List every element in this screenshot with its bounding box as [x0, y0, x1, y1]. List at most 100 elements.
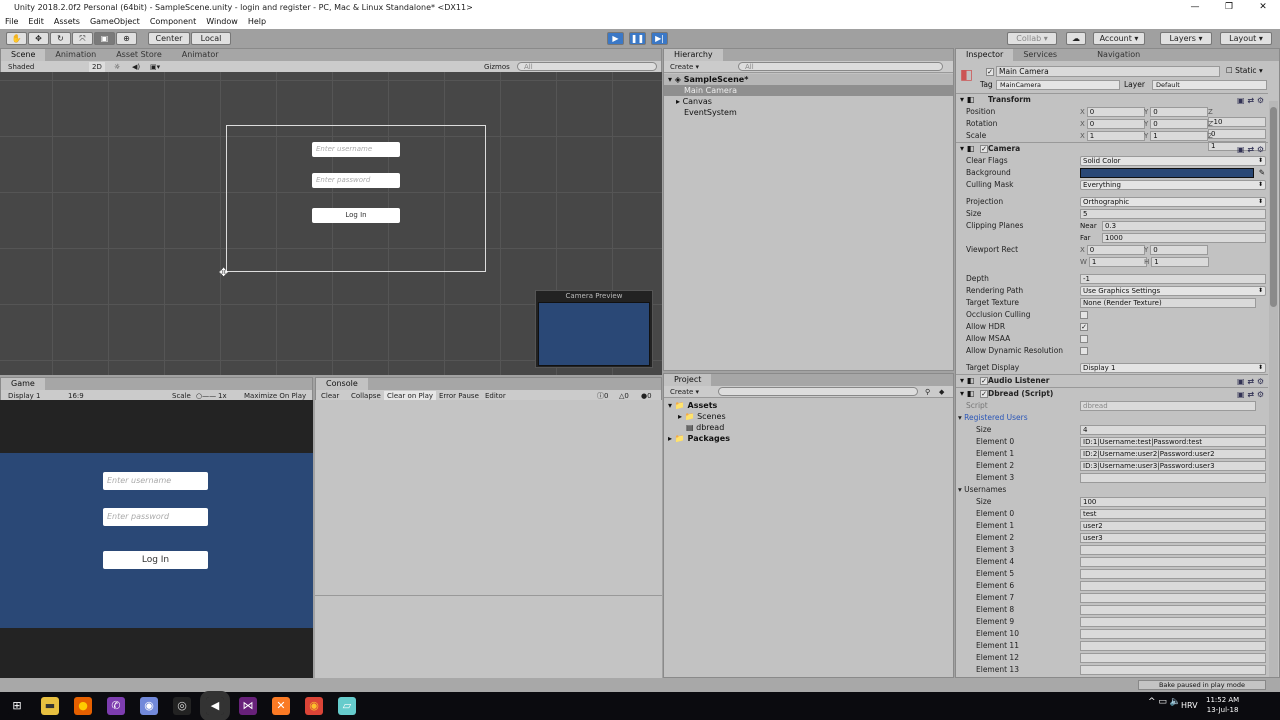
component-header-audio-listener[interactable]: Audio Listener ▾ ◧ ✓ ▣ ⇄ ⚙ [956, 374, 1268, 387]
property-usernames[interactable]: ▾ Usernames [956, 484, 1268, 496]
tab-scene[interactable]: Scene [1, 49, 46, 61]
field-element-2[interactable]: user3 [1080, 533, 1266, 543]
project-item-assets[interactable]: ▾ 📁 Assets [664, 400, 953, 411]
layers-dropdown[interactable]: Layers ▾ [1160, 32, 1212, 45]
cloud-icon[interactable]: ☁ [1066, 32, 1086, 45]
field-element-1[interactable]: user2 [1080, 521, 1266, 531]
menu-gameobject[interactable]: GameObject [90, 15, 140, 29]
field-script[interactable]: dbread [1080, 401, 1256, 411]
tab-game[interactable]: Game [1, 378, 45, 390]
field-element-6[interactable] [1080, 581, 1266, 591]
field-element-10[interactable] [1080, 629, 1266, 639]
gizmos-dropdown[interactable]: Gizmos [481, 62, 513, 72]
audio-icon[interactable]: ◀) [129, 62, 143, 72]
field-element-9[interactable] [1080, 617, 1266, 627]
eyedropper-icon[interactable]: ✎ [1259, 167, 1265, 179]
project-item-dbread[interactable]: ▤ dbread [664, 422, 953, 433]
field-element-3[interactable] [1080, 545, 1266, 555]
component-enabled-checkbox[interactable]: ✓ [980, 377, 988, 385]
vector-input[interactable]: 0 [1150, 119, 1209, 129]
checkbox-occlusion-culling[interactable] [1080, 311, 1088, 319]
rotate-tool-icon[interactable]: ↻ [50, 32, 71, 45]
notepad-icon[interactable]: ▱ [338, 697, 356, 715]
field-element-7[interactable] [1080, 593, 1266, 603]
field-size[interactable]: 100 [1080, 497, 1266, 507]
dropdown-target-display[interactable]: Display 1 [1080, 363, 1266, 373]
static-checkbox[interactable]: ☐ Static ▾ [1226, 66, 1263, 75]
field-element-11[interactable] [1080, 641, 1266, 651]
vector-input[interactable]: 0 [1086, 119, 1145, 129]
filter-label-icon[interactable]: ◆ [936, 387, 947, 397]
hand-tool-icon[interactable]: ✋ [6, 32, 27, 45]
field-element-2[interactable]: ID:3|Username:user3|Password:user3 [1080, 461, 1266, 471]
rect-tool-icon[interactable]: ▣ [94, 32, 115, 45]
filter-type-icon[interactable]: ⚲ [922, 387, 933, 397]
vector-input[interactable]: 0 [1086, 107, 1145, 117]
game-login-button[interactable]: Log In [103, 551, 208, 569]
game-viewport[interactable]: Enter username Enter password Log In [0, 400, 313, 678]
tab-services[interactable]: Services [1013, 49, 1067, 61]
game-username-input[interactable]: Enter username [103, 472, 208, 490]
vector-input[interactable]: 1 [1086, 131, 1145, 141]
dropdown-projection[interactable]: Orthographic [1080, 197, 1266, 207]
step-button[interactable]: ▶| [651, 32, 668, 45]
discord-icon[interactable]: ◉ [140, 697, 158, 715]
minimize-button[interactable]: — [1178, 0, 1212, 15]
menu-help[interactable]: Help [248, 15, 266, 29]
property-registered-users[interactable]: ▾ Registered Users [956, 412, 1268, 424]
console-divider[interactable] [315, 595, 662, 596]
component-header-camera[interactable]: Camera ▾ ◧ ✓ ▣ ⇄ ⚙ [956, 142, 1268, 155]
tab-project[interactable]: Project [664, 374, 712, 386]
move-tool-icon[interactable]: ✥ [28, 32, 49, 45]
vector-input[interactable]: 1 [1088, 257, 1147, 267]
project-item-scenes[interactable]: ▸ 📁 Scenes [664, 411, 953, 422]
hierarchy-search-input[interactable]: All [738, 62, 943, 71]
hierarchy-create-button[interactable]: Create ▾ [667, 62, 702, 72]
layout-dropdown[interactable]: Layout ▾ [1220, 32, 1272, 45]
tab-inspector[interactable]: Inspector [956, 49, 1014, 61]
dropdown-clear-flags[interactable]: Solid Color [1080, 156, 1266, 166]
scale-tool-icon[interactable]: ⤧ [72, 32, 93, 45]
tab-asset-store[interactable]: Asset Store [106, 49, 172, 61]
field-element-4[interactable] [1080, 557, 1266, 567]
component-header-dbread-script-[interactable]: Dbread (Script) ▾ ◧ ✓ ▣ ⇄ ⚙ [956, 387, 1268, 400]
component-header-transform[interactable]: Transform ▾ ◧ ▣ ⇄ ⚙ [956, 93, 1268, 106]
pause-button[interactable]: ❚❚ [629, 32, 646, 45]
checkbox-allow-dynamic-resolution[interactable] [1080, 347, 1088, 355]
game-password-input[interactable]: Enter password [103, 508, 208, 526]
unity-icon[interactable]: ◀ [200, 691, 230, 720]
field-element-3[interactable] [1080, 473, 1266, 483]
hierarchy-item-canvas[interactable]: ▸ Canvas [664, 96, 953, 107]
tag-dropdown[interactable]: MainCamera [996, 80, 1120, 90]
vector-input[interactable]: 1 [1151, 257, 1210, 267]
scrollbar-thumb[interactable] [1270, 107, 1277, 307]
field-element-0[interactable]: ID:1|Username:test|Password:test [1080, 437, 1266, 447]
tab-animator[interactable]: Animator [172, 49, 229, 61]
tab-hierarchy[interactable]: Hierarchy [664, 49, 723, 61]
active-checkbox[interactable]: ✓ [986, 68, 994, 76]
field-element-13[interactable] [1080, 665, 1266, 675]
tray-clock[interactable]: 11:52 AM 13-Jul-18 [1206, 695, 1239, 715]
checkbox-allow-msaa[interactable] [1080, 335, 1088, 343]
scene-password-input[interactable]: Enter password [312, 173, 400, 188]
project-item-packages[interactable]: ▸ 📁 Packages [664, 433, 953, 444]
file-explorer-icon[interactable]: ▬ [41, 697, 59, 715]
inspector-scrollbar[interactable] [1269, 101, 1278, 677]
project-create-button[interactable]: Create ▾ [667, 387, 702, 397]
scene-username-input[interactable]: Enter username [312, 142, 400, 157]
layer-dropdown[interactable]: Default [1152, 80, 1267, 90]
play-button[interactable]: ▶ [607, 32, 624, 45]
vector-input[interactable]: 1 [1150, 131, 1209, 141]
console-log[interactable] [315, 400, 662, 678]
dropdown-rendering-path[interactable]: Use Graphics Settings [1080, 286, 1266, 296]
tray-language[interactable]: HRV [1181, 701, 1198, 710]
component-enabled-checkbox[interactable]: ✓ [980, 390, 988, 398]
lighting-icon[interactable]: ☼ [111, 62, 123, 72]
dropdown-culling-mask[interactable]: Everything [1080, 180, 1266, 190]
obs-icon[interactable]: ◎ [173, 697, 191, 715]
scene-root[interactable]: ▾ ◈ SampleScene* [664, 74, 953, 85]
pivot-center-button[interactable]: Center [148, 32, 190, 45]
object-name-input[interactable]: Main Camera [996, 66, 1220, 77]
field-element-0[interactable]: test [1080, 509, 1266, 519]
scene-search-input[interactable]: All [517, 62, 657, 71]
